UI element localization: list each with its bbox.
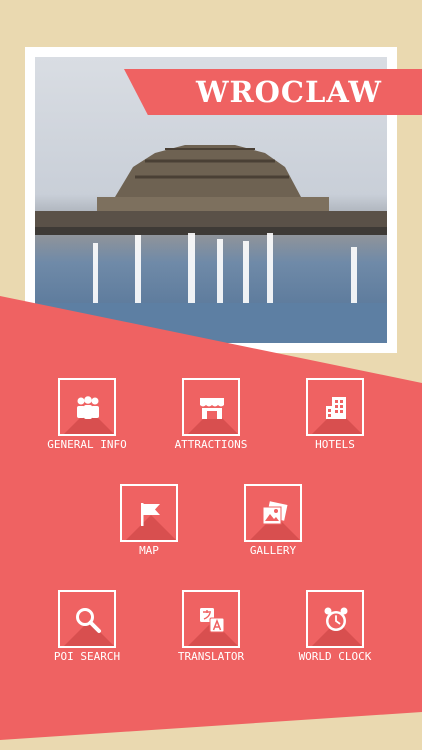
magnifier-icon [76, 608, 101, 633]
translate-icon [200, 608, 225, 633]
hotels-tile[interactable] [306, 378, 364, 436]
general-info-tile[interactable] [58, 378, 116, 436]
gallery-tile[interactable] [244, 484, 302, 542]
building-icon [326, 397, 346, 419]
poi-search-tile[interactable] [58, 590, 116, 648]
poi-search-label: POI SEARCH [53, 650, 121, 663]
photos-icon [262, 501, 288, 525]
attractions-label: ATTRACTIONS [174, 438, 248, 451]
world-clock-tile[interactable] [306, 590, 364, 648]
attractions-tile[interactable] [182, 378, 240, 436]
translator-label: TRANSLATOR [177, 650, 245, 663]
hotels-label: HOTELS [315, 438, 355, 451]
menu-hotels[interactable]: HOTELS [280, 378, 390, 451]
people-group-icon [77, 396, 99, 419]
general-info-label: GENERAL INFO [47, 438, 127, 451]
translator-tile[interactable] [182, 590, 240, 648]
menu-attractions[interactable]: ATTRACTIONS [156, 378, 266, 451]
store-awning-icon [200, 398, 224, 419]
world-clock-label: WORLD CLOCK [298, 650, 372, 663]
map-label: MAP [139, 544, 159, 557]
title-ribbon: WROCLAW [124, 69, 422, 115]
page-title: WROCLAW [195, 75, 382, 109]
gallery-label: GALLERY [249, 544, 297, 557]
menu-world-clock[interactable]: WORLD CLOCK [280, 590, 390, 663]
menu-gallery[interactable]: GALLERY [218, 484, 328, 557]
menu-general-info[interactable]: GENERAL INFO [32, 378, 142, 451]
menu-translator[interactable]: TRANSLATOR [156, 590, 266, 663]
menu-map[interactable]: MAP [94, 484, 204, 557]
flag-icon [141, 503, 160, 526]
alarm-clock-icon [324, 607, 348, 631]
menu-poi-search[interactable]: POI SEARCH [32, 590, 142, 663]
map-tile[interactable] [120, 484, 178, 542]
